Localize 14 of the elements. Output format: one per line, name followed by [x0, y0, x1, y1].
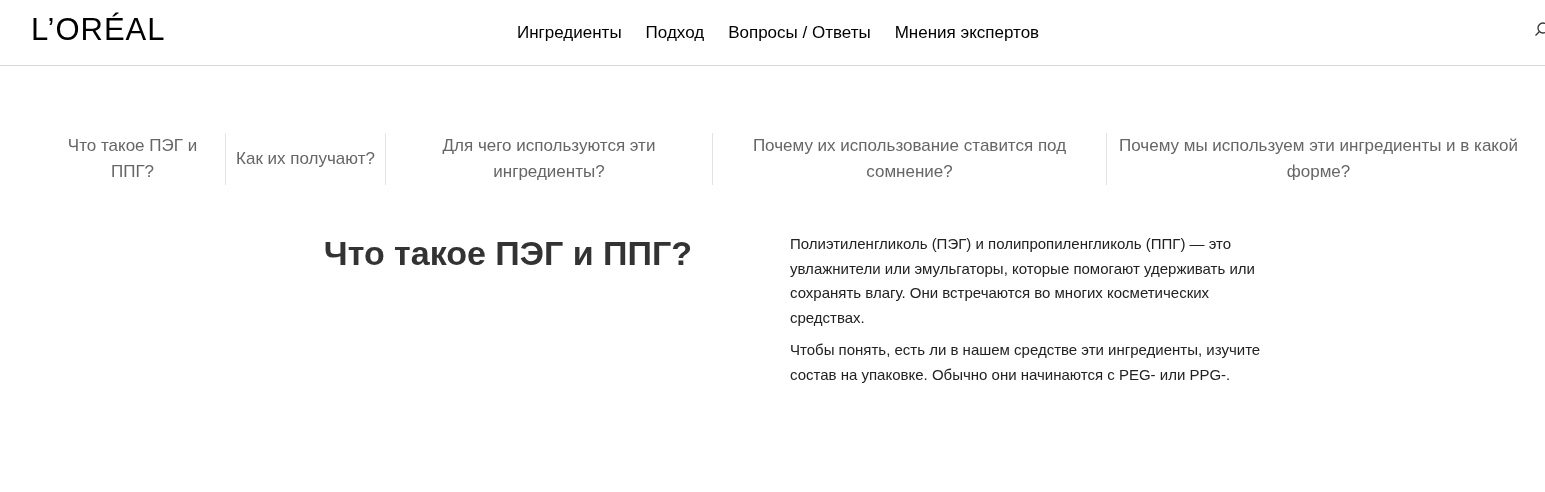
section-link[interactable]: Для чего используются эти ингредиенты?	[385, 133, 712, 185]
section-link[interactable]: Почему мы используем эти ингредиенты и в какой форме?	[1106, 133, 1530, 185]
section-link[interactable]: Почему их использование ставится под сомнение?	[712, 133, 1106, 185]
logo[interactable]: L’ORÉAL	[31, 12, 166, 48]
search-icon[interactable]	[1535, 22, 1545, 38]
paragraph: Полиэтиленгликоль (ПЭГ) и полипропиленгликоль (ППГ) — это увлажнители или эмульгаторы, которые помогают удерживать или сохранять влагу. Они встречаются во многих косметических средствах.	[790, 234, 1256, 328]
section-link[interactable]: Что такое ПЭГ и ППГ?	[40, 133, 225, 185]
nav-link[interactable]: Подход	[645, 22, 705, 43]
nav-link[interactable]: Вопросы / Ответы	[728, 22, 871, 43]
section-heading: Что такое ПЭГ и ППГ?	[322, 233, 692, 274]
nav-link[interactable]: Мнения экспертов	[894, 22, 1040, 43]
section-link[interactable]: Как их получают?	[225, 133, 385, 185]
paragraph: Чтобы понять, есть ли в нашем средстве эти ингредиенты, изучите состав на упаковке. Обычно они начинаются с PEG- или PPG-.	[790, 340, 1262, 385]
nav-link[interactable]: Ингредиенты	[517, 22, 622, 43]
